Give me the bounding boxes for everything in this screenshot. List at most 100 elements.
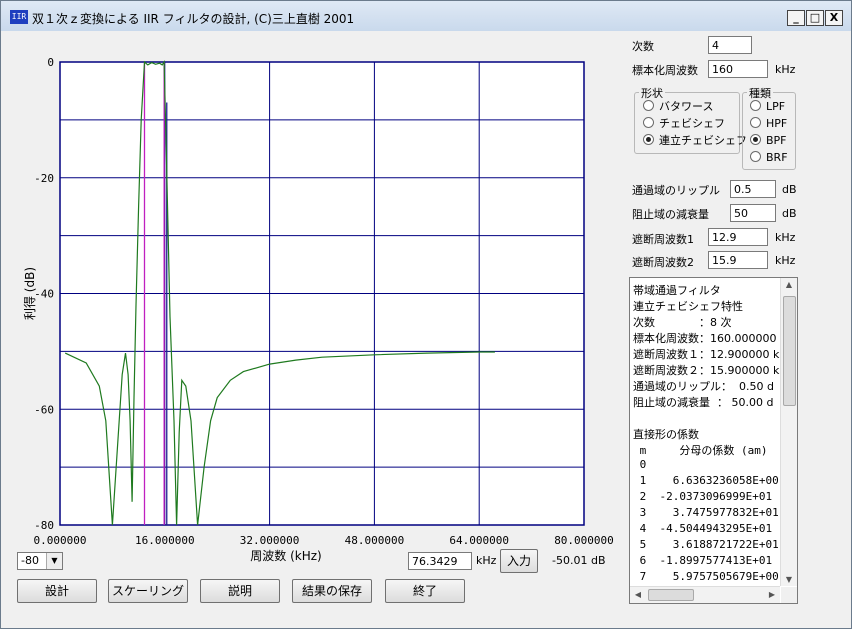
- type-group: 種類 LPF HPF BPF BRF: [742, 85, 796, 170]
- y-tick-label: -60: [34, 403, 54, 416]
- scrollbar-thumb[interactable]: [648, 589, 694, 601]
- chevron-down-icon[interactable]: ▼: [46, 553, 62, 569]
- ripple-unit: dB: [782, 183, 797, 196]
- type-group-title: 種類: [747, 85, 773, 101]
- cutoff1-input[interactable]: 12.9: [708, 228, 768, 246]
- result-line: 標本化周波数：160.000000: [633, 332, 777, 345]
- y-tick-label: -20: [34, 172, 54, 185]
- frequency-input[interactable]: 76.3429: [408, 552, 472, 570]
- frequency-input-unit: kHz: [476, 554, 497, 567]
- save-results-button[interactable]: 結果の保存: [292, 579, 372, 603]
- shape-option-elliptic[interactable]: 連立チェビシェフ: [643, 134, 747, 148]
- type-option-lpf[interactable]: LPF: [750, 100, 785, 114]
- result-line: 遮断周波数１：12.900000 k: [633, 348, 780, 361]
- minimize-button[interactable]: _: [787, 10, 805, 26]
- gain-readout: -50.01 dB: [552, 554, 606, 567]
- type-option-label: BRF: [766, 151, 788, 164]
- radio-icon: [643, 117, 654, 128]
- result-line: 阻止域の減衰量 ： 50.00 d: [633, 396, 774, 409]
- result-line: 2 -2.0373096999E+01: [633, 490, 792, 503]
- result-line: 帯域通過フィルタ: [633, 284, 721, 297]
- y-tick-label: -40: [34, 288, 54, 301]
- radio-icon: [750, 151, 761, 162]
- sampling-frequency-input[interactable]: 160: [708, 60, 768, 78]
- sampling-frequency-unit: kHz: [775, 63, 796, 76]
- main-window: IIR 双１次ｚ変換による IIR フィルタの設計, (C)三上直樹 2001 …: [0, 0, 852, 629]
- results-horizontal-scrollbar[interactable]: ◀ ▶: [630, 586, 780, 603]
- radio-icon: [750, 117, 761, 128]
- help-button[interactable]: 説明: [200, 579, 280, 603]
- x-tick-label: 0.000000: [34, 534, 87, 547]
- app-icon: IIR: [10, 10, 28, 24]
- result-line: 7 5.9757505679E+00 -1: [633, 570, 798, 583]
- result-line: 直接形の係数: [633, 428, 699, 441]
- radio-icon: [643, 100, 654, 111]
- scroll-right-icon[interactable]: ▶: [764, 590, 780, 599]
- scroll-corner: [781, 587, 797, 603]
- result-line: 4 -4.5044943295E+01: [633, 522, 792, 535]
- x-tick-label: 48.000000: [345, 534, 405, 547]
- scaling-button[interactable]: スケーリング: [108, 579, 188, 603]
- x-tick-label: 16.000000: [135, 534, 195, 547]
- attenuation-input[interactable]: 50: [730, 204, 776, 222]
- type-option-label: LPF: [766, 100, 786, 113]
- scrollbar-thumb[interactable]: [783, 296, 796, 406]
- window-title: 双１次ｚ変換による IIR フィルタの設計, (C)三上直樹 2001: [32, 12, 355, 26]
- attenuation-unit: dB: [782, 207, 797, 220]
- ripple-label: 通過域のリップル: [632, 184, 720, 197]
- shape-group-title: 形状: [639, 85, 665, 101]
- results-textarea[interactable]: 帯域通過フィルタ連立チェビシェフ特性 次数 ：8 次標本化周波数：160.0000…: [629, 277, 798, 604]
- result-line: 1 6.6363236058E+00 -1: [633, 474, 798, 487]
- type-option-bpf[interactable]: BPF: [750, 134, 787, 148]
- result-line: 次数 ：8 次: [633, 316, 732, 329]
- cutoff1-unit: kHz: [775, 231, 796, 244]
- result-line: 5 3.6188721722E+01 -1: [633, 538, 798, 551]
- y-tick-label: -80: [34, 519, 54, 532]
- type-option-label: BPF: [766, 134, 787, 147]
- result-line: 3 3.7475977832E+01 -1: [633, 506, 798, 519]
- title-bar: IIR 双１次ｚ変換による IIR フィルタの設計, (C)三上直樹 2001 …: [1, 1, 851, 31]
- radio-selected-icon: [643, 134, 654, 145]
- maximize-button[interactable]: □: [806, 10, 824, 26]
- sampling-frequency-label: 標本化周波数: [632, 64, 698, 77]
- scroll-up-icon[interactable]: ▲: [781, 280, 797, 289]
- shape-option-label: 連立チェビシェフ: [659, 134, 747, 147]
- radio-selected-icon: [750, 134, 761, 145]
- y-axis-label: 利得 (dB): [22, 267, 37, 320]
- shape-option-label: チェビシェフ: [659, 117, 725, 130]
- type-option-brf[interactable]: BRF: [750, 151, 788, 165]
- order-label: 次数: [632, 40, 654, 53]
- range-select[interactable]: -80 ▼: [17, 552, 63, 570]
- shape-option-label: バタワース: [659, 100, 714, 113]
- order-input[interactable]: 4: [708, 36, 752, 54]
- x-axis-label: 周波数 (kHz): [250, 548, 321, 563]
- result-line: m 分母の係数 (am): [633, 444, 768, 457]
- result-line: 通過域のリップル： 0.50 d: [633, 380, 774, 393]
- result-line: 連立チェビシェフ特性: [633, 300, 743, 313]
- cutoff2-unit: kHz: [775, 254, 796, 267]
- enter-button[interactable]: 入力: [500, 549, 538, 573]
- cutoff1-label: 遮断周波数1: [632, 233, 694, 246]
- type-option-hpf[interactable]: HPF: [750, 117, 787, 131]
- result-line: 6 -1.8997577413E+01: [633, 554, 792, 567]
- ripple-input[interactable]: 0.5: [730, 180, 776, 198]
- radio-icon: [750, 100, 761, 111]
- shape-option-butterworth[interactable]: バタワース: [643, 100, 713, 114]
- shape-group: 形状 バタワース チェビシェフ 連立チェビシェフ: [634, 85, 747, 154]
- range-select-value: -80: [21, 554, 39, 567]
- cutoff2-input[interactable]: 15.9: [708, 251, 768, 269]
- design-button[interactable]: 設計: [17, 579, 97, 603]
- x-tick-label: 80.000000: [554, 534, 614, 547]
- result-line: 遮断周波数２：15.900000 k: [633, 364, 780, 377]
- close-button[interactable]: X: [825, 10, 843, 26]
- results-vertical-scrollbar[interactable]: ▲ ▼: [780, 278, 797, 586]
- type-option-label: HPF: [766, 117, 788, 130]
- y-tick-label: 0: [47, 56, 54, 69]
- x-tick-label: 32.000000: [240, 534, 300, 547]
- shape-option-chebyshev[interactable]: チェビシェフ: [643, 117, 725, 131]
- scroll-down-icon[interactable]: ▼: [781, 575, 797, 584]
- exit-button[interactable]: 終了: [385, 579, 465, 603]
- scroll-left-icon[interactable]: ◀: [630, 590, 646, 599]
- x-tick-label: 64.000000: [449, 534, 509, 547]
- result-line: 0: [633, 458, 798, 471]
